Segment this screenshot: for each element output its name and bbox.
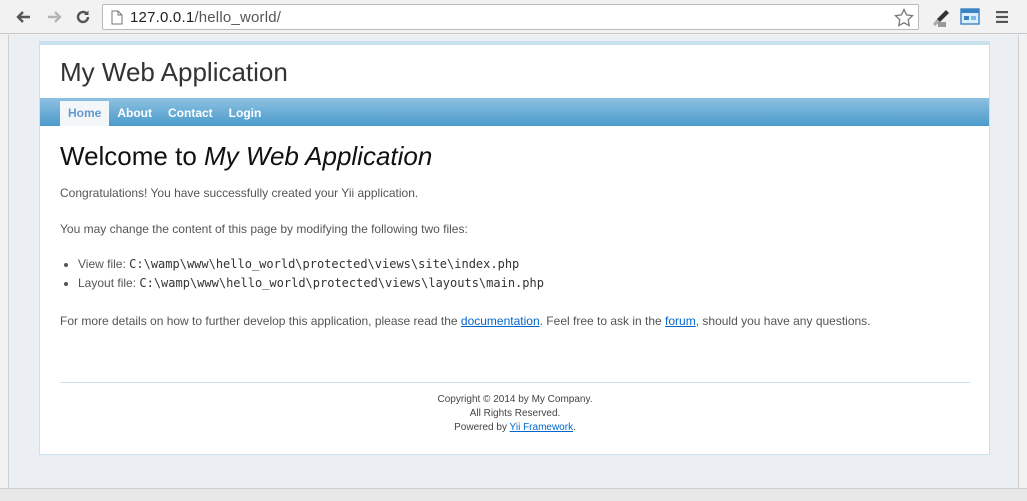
file-path: C:\wamp\www\hello_world\protected\views\… [129,257,520,271]
menu-item-about[interactable]: About [109,101,160,126]
browser-toolbar: 127.0.0.1/hello_world/ [0,0,1027,34]
footer-copyright: Copyright © 2014 by My Company. [437,394,593,405]
file-label: Layout file: [78,276,140,290]
url-path: /hello_world/ [194,9,282,26]
window-bottom-edge [0,488,1027,501]
bookmark-star-icon[interactable] [894,8,914,32]
window-extension-icon[interactable] [960,8,980,31]
eyedropper-extension-icon[interactable] [931,8,951,33]
powered-suffix: . [573,422,576,433]
documentation-link[interactable]: documentation [461,314,540,328]
menu-item-login[interactable]: Login [221,101,270,126]
page-heading: Welcome to My Web Application [60,141,970,171]
url-host: 127.0.0.1 [130,9,195,26]
menu-item-contact[interactable]: Contact [160,101,221,126]
menu-hamburger-icon[interactable] [995,10,1009,29]
more-suffix: , should you have any questions. [695,314,871,328]
more-details-text: For more details on how to further devel… [60,313,871,329]
file-list: View file: C:\wamp\www\hello_world\prote… [78,255,544,293]
forum-link[interactable]: forum [665,314,696,328]
menu-item-home[interactable]: Home [60,101,110,126]
list-item: Layout file: C:\wamp\www\hello_world\pro… [78,274,544,293]
address-bar[interactable]: 127.0.0.1/hello_world/ [102,4,919,30]
heading-prefix: Welcome to [60,141,205,171]
powered-prefix: Powered by [454,422,510,433]
url-text: 127.0.0.1/hello_world/ [130,9,281,26]
more-middle: . Feel free to ask in the [539,314,666,328]
congrats-text: Congratulations! You have successfully c… [60,186,419,200]
browser-viewport: My Web Application Home About Contact Lo… [8,35,1019,490]
page-container: My Web Application Home About Contact Lo… [39,41,990,455]
footer: Copyright © 2014 by My Company. All Righ… [60,382,970,435]
main-content: Welcome to My Web Application Congratula… [60,141,970,328]
page-icon [111,10,123,30]
more-prefix: For more details on how to further devel… [60,314,461,328]
footer-powered: Powered by Yii Framework. [60,421,970,435]
forward-arrow-icon[interactable] [44,7,64,27]
list-item: View file: C:\wamp\www\hello_world\prote… [78,255,544,274]
back-arrow-icon[interactable] [14,7,34,27]
intro-text: You may change the content of this page … [60,222,468,236]
reload-icon[interactable] [73,7,93,27]
footer-rights: All Rights Reserved. [469,408,561,419]
file-path: C:\wamp\www\hello_world\protected\views\… [139,276,544,290]
file-label: View file: [78,257,130,271]
main-menu: Home About Contact Login [40,98,989,126]
app-title: My Web Application [60,57,288,87]
yii-framework-link[interactable]: Yii Framework [510,422,574,433]
heading-app-name: My Web Application [204,141,433,171]
